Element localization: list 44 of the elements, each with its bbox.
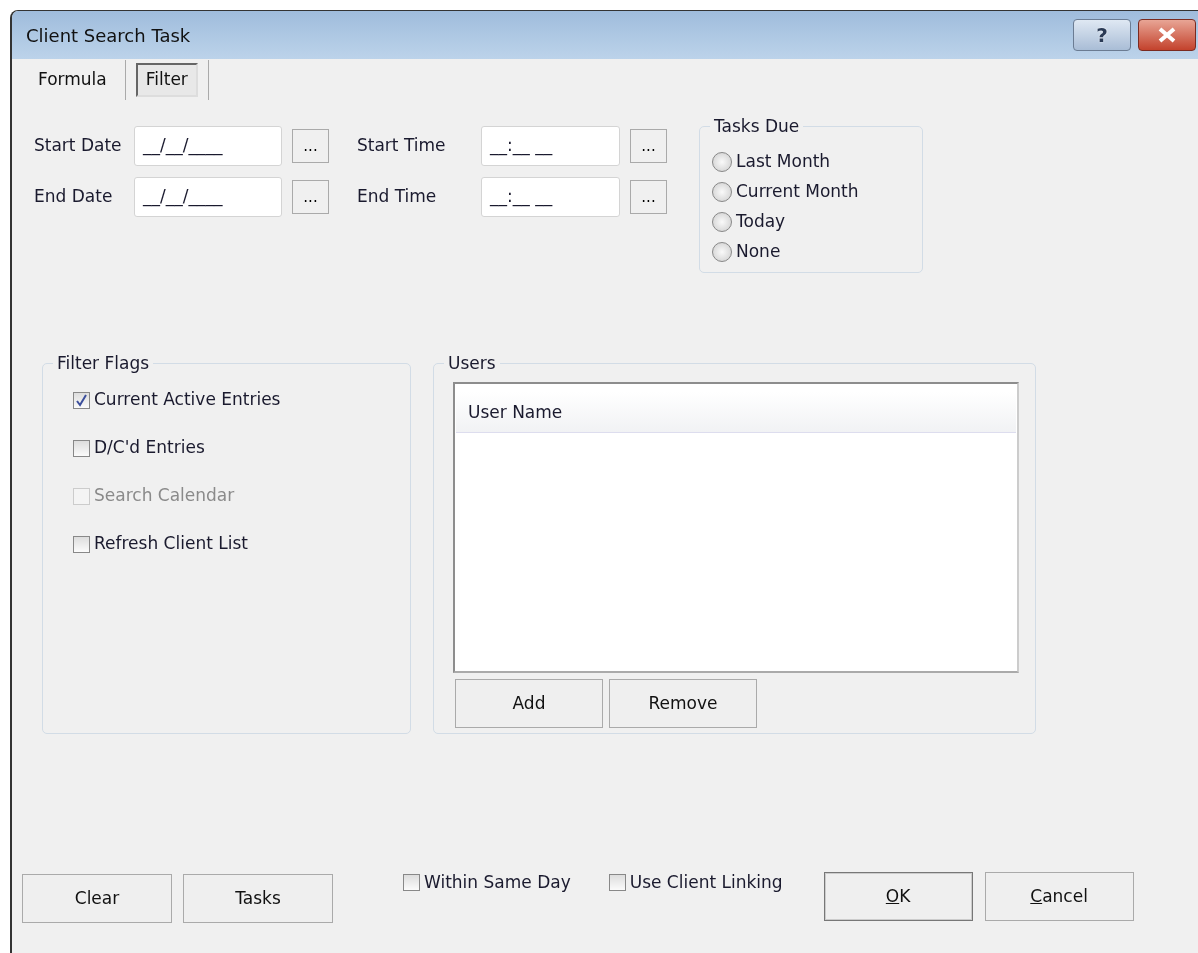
option-label: None [736, 240, 781, 264]
time-field[interactable]: __:__ __ [481, 126, 620, 166]
time-field[interactable]: __:__ __ [481, 177, 620, 217]
footer-button[interactable]: Tasks [183, 874, 333, 923]
list-box[interactable]: User Name [453, 382, 1019, 673]
radio-button[interactable] [712, 182, 732, 202]
close-icon [1157, 27, 1177, 43]
option-label: Current Month [736, 180, 859, 204]
list-button[interactable]: Remove [609, 679, 757, 728]
tab[interactable]: Filter [135, 63, 198, 97]
help-button[interactable]: ? [1073, 19, 1131, 51]
dialog-button[interactable]: Cancel [984, 872, 1134, 921]
radio-button[interactable] [712, 212, 732, 232]
checkbox-label: Search Calendar [94, 484, 235, 508]
checkbox[interactable] [73, 391, 90, 409]
footer-button[interactable]: Clear [22, 874, 172, 923]
field-label: End Date [33, 185, 114, 209]
field-label: End Time [357, 185, 438, 209]
checkbox-label: Within Same Day [424, 871, 571, 894]
tab[interactable]: Formula [30, 63, 115, 97]
checkbox-label: D/C'd Entries [94, 436, 205, 460]
list-button[interactable]: Add [455, 679, 603, 728]
dialog-button[interactable]: OK [823, 872, 973, 921]
radio-button[interactable] [712, 152, 732, 172]
checkbox[interactable] [73, 535, 90, 553]
date-field[interactable]: __/__/____ [134, 177, 282, 217]
date-field[interactable]: __/__/____ [134, 126, 282, 166]
field-label: Start Time [357, 134, 447, 158]
close-button[interactable] [1138, 19, 1196, 51]
checkbox[interactable] [73, 439, 90, 457]
checkbox-label: Use Client Linking [629, 871, 783, 894]
ellipsis-button[interactable]: ... [630, 129, 667, 163]
checkbox[interactable] [608, 874, 626, 892]
window-title: Client Search Task [26, 23, 192, 48]
option-label: Last Month [736, 150, 831, 174]
ellipsis-button[interactable]: ... [292, 129, 329, 163]
radio-button[interactable] [712, 242, 732, 262]
option-label: Today [736, 210, 786, 234]
field-label: Start Date [33, 134, 123, 158]
ellipsis-button[interactable]: ... [630, 180, 667, 214]
ellipsis-button[interactable]: ... [292, 180, 329, 214]
checkbox-label: Current Active Entries [94, 388, 281, 412]
checkbox[interactable] [403, 874, 420, 892]
checkbox-label: Refresh Client List [94, 532, 248, 556]
